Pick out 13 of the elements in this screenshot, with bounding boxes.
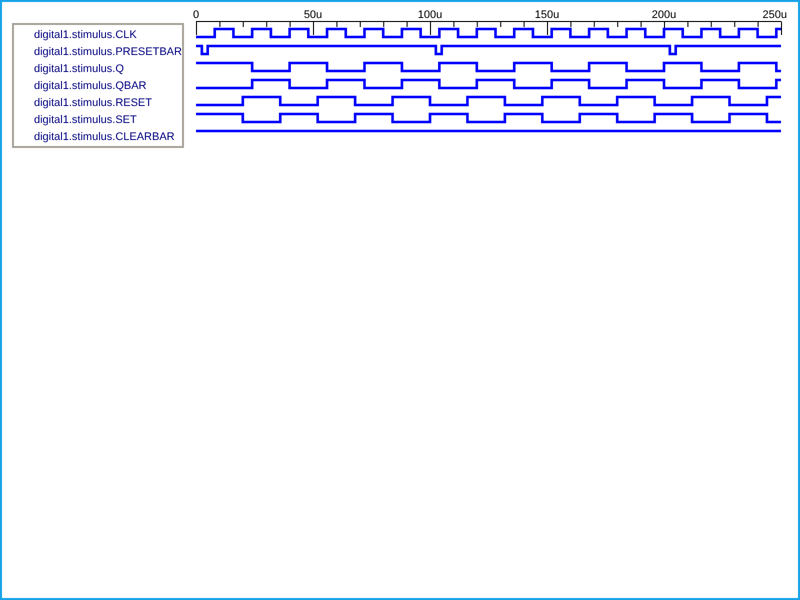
signal-name: digital1.stimulus.QBAR — [34, 79, 148, 94]
signal-name: digital1.stimulus.Q — [34, 62, 125, 77]
tick-label: 150u — [534, 9, 560, 21]
signal-name: digital1.stimulus.CLEARBAR — [34, 130, 176, 145]
tick-label: 100u — [418, 9, 442, 21]
signal-name: digital1.stimulus.SET — [34, 113, 138, 128]
tick-label: 50u — [304, 9, 322, 21]
tick-label: 250u — [762, 9, 787, 21]
signal-name: digital1.stimulus.PRESETBAR — [34, 45, 182, 60]
signal-name: digital1.stimulus.CLK — [34, 28, 138, 43]
signal-name: digital1.stimulus.RESET — [34, 96, 153, 111]
tick-label: 200u — [652, 9, 676, 21]
tick-label: 0 — [193, 9, 200, 21]
